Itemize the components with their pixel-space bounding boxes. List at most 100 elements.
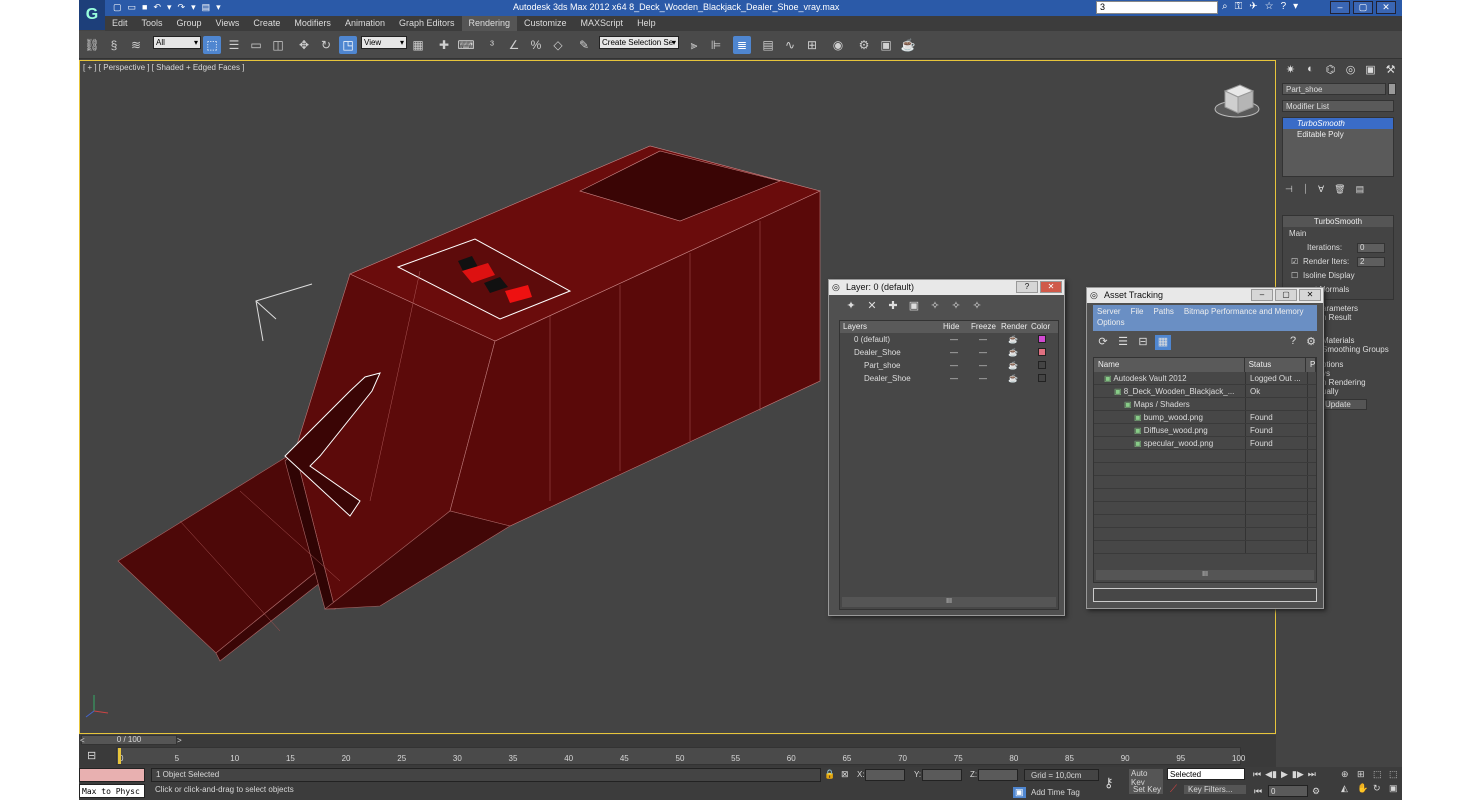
asset-row[interactable]: ▣ 8_Deck_Wooden_Blackjack_... Ok bbox=[1094, 385, 1316, 398]
layer-horizontal-scrollbar[interactable]: III bbox=[842, 597, 1056, 607]
asset-dialog-titlebar[interactable]: ◎ Asset Tracking – ▢ ✕ bbox=[1087, 288, 1323, 303]
material-editor-icon[interactable]: ◉ bbox=[829, 36, 847, 54]
layer-col-hide[interactable]: Hide bbox=[940, 321, 968, 333]
schematic-view-icon[interactable]: ⊞ bbox=[803, 36, 821, 54]
asset-maximize-button[interactable]: ▢ bbox=[1275, 289, 1297, 301]
asset-name[interactable]: specular_wood.png bbox=[1144, 439, 1213, 448]
trackbar-toggle-icon[interactable]: ⊟ bbox=[87, 749, 96, 762]
menu-edit[interactable]: Edit bbox=[105, 16, 135, 31]
select-manipulate-icon[interactable]: ✚ bbox=[435, 36, 453, 54]
set-key-mode-icon[interactable]: ⚷ bbox=[1104, 775, 1114, 791]
minimize-button[interactable]: – bbox=[1330, 1, 1350, 14]
community-icon[interactable]: ✈ bbox=[1249, 1, 1257, 12]
set-key-button[interactable]: Set Key bbox=[1129, 785, 1163, 794]
scale-icon[interactable]: ◳ bbox=[339, 36, 357, 54]
menu-graph-editors[interactable]: Graph Editors bbox=[392, 16, 462, 31]
play-icon[interactable]: ▶ bbox=[1281, 769, 1288, 780]
teapot-render-icon[interactable]: ☕ bbox=[998, 372, 1028, 385]
layer-freeze-toggle[interactable]: — bbox=[968, 333, 998, 346]
align-icon[interactable]: ⊫ bbox=[707, 36, 725, 54]
orbit-icon[interactable]: ↻ bbox=[1373, 783, 1387, 794]
asset-settings-icon[interactable]: ⚙ bbox=[1303, 335, 1319, 350]
object-name-field[interactable]: Part_shoe bbox=[1282, 83, 1386, 95]
menu-rendering[interactable]: Rendering bbox=[461, 16, 518, 31]
menu-tools[interactable]: Tools bbox=[135, 16, 170, 31]
teapot-render-icon[interactable]: ☕ bbox=[998, 359, 1028, 372]
add-time-tag[interactable]: Add Time Tag bbox=[1031, 788, 1080, 797]
render-production-icon[interactable]: ☕ bbox=[899, 36, 917, 54]
maximize-viewport-icon[interactable]: ▣ bbox=[1389, 783, 1402, 794]
redo-icon[interactable]: ↷ bbox=[178, 2, 186, 13]
layer-col-render[interactable]: Render bbox=[998, 321, 1028, 333]
layer-color-swatch[interactable] bbox=[1038, 361, 1046, 369]
render-iters-checkbox[interactable]: ☑ bbox=[1291, 255, 1298, 269]
layer-name[interactable]: Part_shoe bbox=[840, 359, 940, 372]
rendered-frame-window-icon[interactable]: ▣ bbox=[877, 36, 895, 54]
asset-row[interactable]: ▣ Maps / Shaders bbox=[1094, 398, 1316, 411]
menu-modifiers[interactable]: Modifiers bbox=[287, 16, 338, 31]
layer-hide-toggle[interactable]: — bbox=[940, 359, 968, 372]
key-filters-button[interactable]: Key Filters... bbox=[1184, 785, 1246, 794]
asset-name[interactable]: 8_Deck_Wooden_Blackjack_... bbox=[1124, 387, 1235, 396]
add-to-layer-icon[interactable]: ✚ bbox=[885, 299, 901, 314]
viewcube-icon[interactable] bbox=[1214, 84, 1260, 118]
mirror-icon[interactable]: ⫸ bbox=[685, 36, 703, 54]
layer-dialog-titlebar[interactable]: ◎ Layer: 0 (default) ? ✕ bbox=[829, 280, 1064, 295]
viewport-label[interactable]: [ + ] [ Perspective ] [ Shaded + Edged F… bbox=[83, 63, 244, 72]
stack-item-editable-poly[interactable]: Editable Poly bbox=[1283, 129, 1393, 140]
layer-name[interactable]: Dealer_Shoe bbox=[840, 346, 940, 359]
selection-lock-icon[interactable]: 🔒 bbox=[824, 769, 835, 780]
prev-key-icon[interactable]: ◀▮ bbox=[1265, 769, 1277, 780]
move-icon[interactable]: ✥ bbox=[295, 36, 313, 54]
modifier-list-select[interactable]: Modifier List bbox=[1282, 100, 1394, 112]
layer-row[interactable]: Part_shoe — — ☕ bbox=[840, 359, 1058, 372]
snaps-toggle-icon[interactable]: ³ bbox=[483, 36, 501, 54]
asset-name[interactable]: Diffuse_wood.png bbox=[1144, 426, 1208, 435]
asset-row[interactable]: ▣ Autodesk Vault 2012 Logged Out ... bbox=[1094, 372, 1316, 385]
menu-help[interactable]: Help bbox=[630, 16, 663, 31]
asset-row[interactable]: ▣ specular_wood.png Found bbox=[1094, 437, 1316, 450]
remove-modifier-icon[interactable]: 🗑 bbox=[1334, 184, 1345, 195]
qa-customize-icon[interactable]: ▾ bbox=[216, 2, 221, 13]
rect-selection-icon[interactable]: ▭ bbox=[247, 36, 265, 54]
layer-freeze-toggle[interactable]: — bbox=[968, 346, 998, 359]
layer-row[interactable]: Dealer_Shoe — — ☕ bbox=[840, 346, 1058, 359]
asset-horizontal-scrollbar[interactable]: III bbox=[1096, 570, 1314, 580]
named-selection-set-select[interactable]: Create Selection Se bbox=[599, 36, 679, 49]
asset-minimize-button[interactable]: – bbox=[1251, 289, 1273, 301]
redo-dropdown-icon[interactable]: ▾ bbox=[191, 2, 196, 13]
new-file-icon[interactable]: ▢ bbox=[113, 2, 122, 13]
isoline-checkbox[interactable]: ☐ bbox=[1291, 269, 1298, 283]
undo-dropdown-icon[interactable]: ▾ bbox=[167, 2, 172, 13]
show-end-result-icon[interactable]: ⏐ bbox=[1303, 184, 1308, 195]
binoculars-icon[interactable]: ⌕ bbox=[1222, 1, 1228, 12]
asset-menu-server[interactable]: Server bbox=[1097, 307, 1121, 316]
hierarchy-tab-icon[interactable]: ⌬ bbox=[1323, 63, 1338, 77]
zoom-icon[interactable]: ⊕ bbox=[1341, 769, 1355, 780]
pin-stack-icon[interactable]: ⊣ bbox=[1285, 184, 1293, 195]
iterations-spinner[interactable]: 0 bbox=[1357, 243, 1385, 253]
motion-tab-icon[interactable]: ◎ bbox=[1343, 63, 1358, 77]
refresh-icon[interactable]: ⟳ bbox=[1095, 335, 1111, 350]
asset-col-status[interactable]: Status bbox=[1245, 358, 1307, 372]
save-file-icon[interactable]: ■ bbox=[142, 2, 147, 13]
trackbar[interactable]: 0 5 10 15 20 25 30 35 40 45 50 55 60 65 70 75 80 85 90 95 10… bbox=[116, 747, 1245, 765]
zoom-extents-icon[interactable]: ⬚ bbox=[1373, 769, 1387, 780]
z-coordinate-field[interactable] bbox=[978, 769, 1018, 781]
graphite-ribbon-icon[interactable]: ▤ bbox=[759, 36, 777, 54]
tree-view-icon[interactable]: ⊟ bbox=[1135, 335, 1151, 350]
field-of-view-icon[interactable]: ◭ bbox=[1341, 783, 1355, 794]
select-by-name-icon[interactable]: ☰ bbox=[225, 36, 243, 54]
current-frame-field[interactable]: 0 bbox=[1268, 785, 1308, 797]
keyboard-shortcut-icon[interactable]: ⌨ bbox=[457, 36, 475, 54]
open-file-icon[interactable]: ▭ bbox=[128, 2, 137, 13]
x-coordinate-field[interactable] bbox=[865, 769, 905, 781]
asset-col-pr[interactable]: Pr bbox=[1306, 358, 1316, 372]
spinner-snap-icon[interactable]: ◇ bbox=[549, 36, 567, 54]
layer-freeze-toggle[interactable]: — bbox=[968, 372, 998, 385]
object-color-swatch[interactable] bbox=[1388, 83, 1396, 95]
rollout-header[interactable]: TurboSmooth bbox=[1283, 216, 1393, 227]
zoom-extents-all-icon[interactable]: ⬚ bbox=[1389, 769, 1402, 780]
asset-col-name[interactable]: Name bbox=[1094, 358, 1245, 372]
asset-help-icon[interactable]: ? bbox=[1285, 335, 1301, 350]
